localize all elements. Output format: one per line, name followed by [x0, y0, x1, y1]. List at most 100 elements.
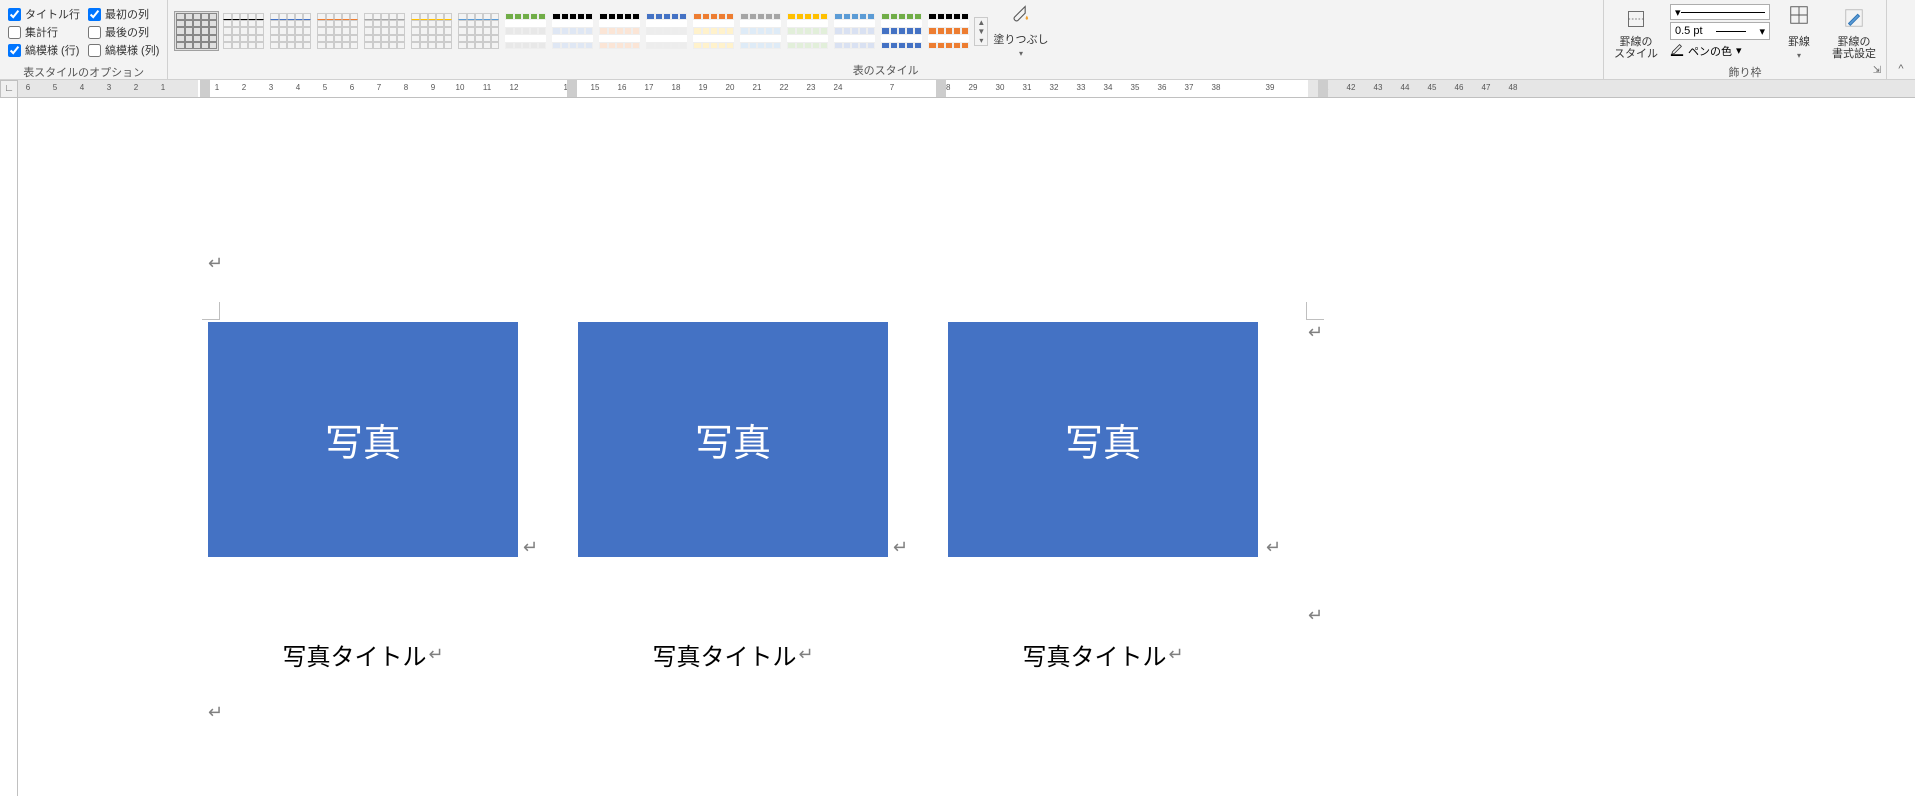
table-style-thumb[interactable]: [315, 11, 360, 51]
shading-label: 塗りつぶし: [993, 31, 1048, 47]
pen-color-button[interactable]: ペンの色 ▾: [1670, 42, 1770, 59]
table-style-thumb[interactable]: [221, 11, 266, 51]
gallery-down-button[interactable]: ▼: [975, 27, 987, 36]
vertical-ruler[interactable]: [0, 98, 18, 796]
shading-button[interactable]: 塗りつぶし ▾: [989, 2, 1052, 60]
content-area: ↵ 写真 ↵ 写真 ↵ 写真 ↵ ↵ 写真タイトル↵: [0, 98, 1915, 796]
photo-placeholder-2[interactable]: 写真: [578, 322, 888, 557]
chevron-down-icon: ▾: [1019, 49, 1023, 58]
banded-cols-checkbox[interactable]: 縞模様 (列): [88, 42, 159, 58]
first-col-label: 最初の列: [105, 6, 149, 22]
borders-label: 罫線: [1788, 33, 1810, 49]
pen-color-label: ペンの色: [1688, 43, 1732, 59]
table-style-thumb[interactable]: [409, 11, 454, 51]
banded-rows-label: 縞模様 (行): [25, 42, 79, 58]
borders-group: 罫線の スタイル ▾ 0.5 pt ▾ ペンの色 ▾: [1604, 0, 1887, 79]
table-style-thumb[interactable]: [644, 11, 689, 51]
border-style-button[interactable]: 罫線の スタイル: [1610, 4, 1662, 62]
paragraph-mark: ↵: [798, 644, 813, 665]
last-col-label: 最後の列: [105, 24, 149, 40]
bucket-icon: [1010, 4, 1032, 29]
gallery-scroller: ▲ ▼ ▾: [974, 17, 988, 46]
page: ↵ 写真 ↵ 写真 ↵ 写真 ↵ ↵ 写真タイトル↵: [18, 98, 1508, 796]
table-style-thumb[interactable]: [879, 11, 924, 51]
tab-selector[interactable]: ∟: [0, 80, 18, 98]
banded-cols-label: 縞模様 (列): [105, 42, 159, 58]
line-style-dropdown[interactable]: ▾: [1670, 4, 1770, 20]
table-style-thumb[interactable]: [597, 11, 642, 51]
ribbon: タイトル行 最初の列 集計行 最後の列 縞模様 (行) 縞模様 (列) 表スタイ…: [0, 0, 1915, 80]
horizontal-ruler[interactable]: ∟ 65432112345678910111214151617181920212…: [0, 80, 1915, 98]
cell-mark: ↵: [523, 537, 538, 558]
last-col-checkbox[interactable]: 最後の列: [88, 24, 159, 40]
line-weight-dropdown[interactable]: 0.5 pt ▾: [1670, 22, 1770, 40]
borders-dialog-launcher[interactable]: ⇲: [1870, 63, 1884, 77]
margin-corner-tr: [1306, 302, 1324, 320]
photo-table-row-2: 写真タイトル↵ 写真タイトル↵ 写真タイトル↵ ↵: [208, 597, 1318, 672]
photo-cell-2[interactable]: 写真: [578, 322, 888, 557]
row-end-mark: ↵: [1308, 605, 1323, 626]
border-style-icon: [1625, 9, 1647, 34]
photo-title-3: 写真タイトル: [1022, 637, 1166, 672]
first-col-checkbox[interactable]: 最初の列: [88, 6, 159, 22]
total-row-checkbox[interactable]: 集計行: [8, 24, 80, 40]
borders-icon: [1787, 4, 1811, 31]
photo-cell-3[interactable]: 写真: [948, 322, 1258, 557]
table-style-thumb[interactable]: [832, 11, 877, 51]
pen-icon: [1670, 42, 1684, 59]
table-style-thumb[interactable]: [926, 11, 971, 51]
banded-rows-input[interactable]: [8, 44, 21, 57]
banded-rows-checkbox[interactable]: 縞模様 (行): [8, 42, 80, 58]
photo-title-1: 写真タイトル: [282, 637, 426, 672]
photo-placeholder-3[interactable]: 写真: [948, 322, 1258, 557]
row-end-mark: ↵: [1308, 322, 1323, 343]
gallery-more-button[interactable]: ▾: [975, 36, 987, 45]
cell-mark: ↵: [893, 537, 908, 558]
border-painter-button[interactable]: 罫線の 書式設定: [1828, 4, 1880, 62]
table-style-options-group: タイトル行 最初の列 集計行 最後の列 縞模様 (行) 縞模様 (列) 表スタイ…: [0, 0, 168, 79]
table-styles-row: ▲ ▼ ▾ 塗りつぶし ▾: [174, 2, 1597, 60]
table-style-thumb[interactable]: [174, 11, 219, 51]
title-cell-1[interactable]: 写真タイトル↵: [208, 597, 518, 672]
photo-title-2: 写真タイトル: [652, 637, 796, 672]
line-weight-value: 0.5 pt: [1675, 25, 1703, 37]
table-style-thumb[interactable]: [738, 11, 783, 51]
paragraph-mark: ↵: [1168, 644, 1183, 665]
title-cell-3[interactable]: 写真タイトル↵: [948, 597, 1258, 672]
table-style-thumb[interactable]: [268, 11, 313, 51]
margin-corner-tl: [202, 302, 220, 320]
total-row-label: 集計行: [25, 24, 58, 40]
document-scroll[interactable]: ↵ 写真 ↵ 写真 ↵ 写真 ↵ ↵ 写真タイトル↵: [18, 98, 1915, 796]
table-style-thumb[interactable]: [550, 11, 595, 51]
title-cell-2[interactable]: 写真タイトル↵: [578, 597, 888, 672]
total-row-input[interactable]: [8, 26, 21, 39]
style-options-grid: タイトル行 最初の列 集計行 最後の列 縞模様 (行) 縞模様 (列): [6, 2, 161, 62]
photo-table-row-1: 写真 ↵ 写真 ↵ 写真 ↵ ↵: [208, 322, 1318, 557]
gallery-up-button[interactable]: ▲: [975, 18, 987, 27]
table-style-thumb[interactable]: [503, 11, 548, 51]
table-styles-group: ▲ ▼ ▾ 塗りつぶし ▾ 表のスタイル: [168, 0, 1604, 79]
title-row-label: タイトル行: [25, 6, 80, 22]
table-styles-group-label: 表のスタイル: [174, 60, 1597, 81]
chevron-up-icon: ^: [1898, 63, 1903, 75]
first-col-input[interactable]: [88, 8, 101, 21]
photo-placeholder-1[interactable]: 写真: [208, 322, 518, 557]
table-style-thumb[interactable]: [362, 11, 407, 51]
border-painter-label: 罫線の 書式設定: [1832, 36, 1876, 60]
title-row-input[interactable]: [8, 8, 21, 21]
banded-cols-input[interactable]: [88, 44, 101, 57]
photo-cell-1[interactable]: 写真: [208, 322, 518, 557]
paragraph-mark: ↵: [208, 702, 223, 722]
collapse-ribbon-button[interactable]: ^: [1887, 0, 1915, 79]
last-col-input[interactable]: [88, 26, 101, 39]
table-style-thumb[interactable]: [456, 11, 501, 51]
painter-icon: [1842, 7, 1866, 34]
table-style-thumb[interactable]: [691, 11, 736, 51]
title-row-checkbox[interactable]: タイトル行: [8, 6, 80, 22]
border-style-label: 罫線の スタイル: [1614, 36, 1658, 60]
table-style-gallery: [174, 11, 971, 51]
table-style-thumb[interactable]: [785, 11, 830, 51]
paragraph-mark: ↵: [208, 253, 223, 273]
borders-button[interactable]: 罫線 ▾: [1778, 4, 1820, 62]
cell-mark: ↵: [1266, 537, 1281, 558]
